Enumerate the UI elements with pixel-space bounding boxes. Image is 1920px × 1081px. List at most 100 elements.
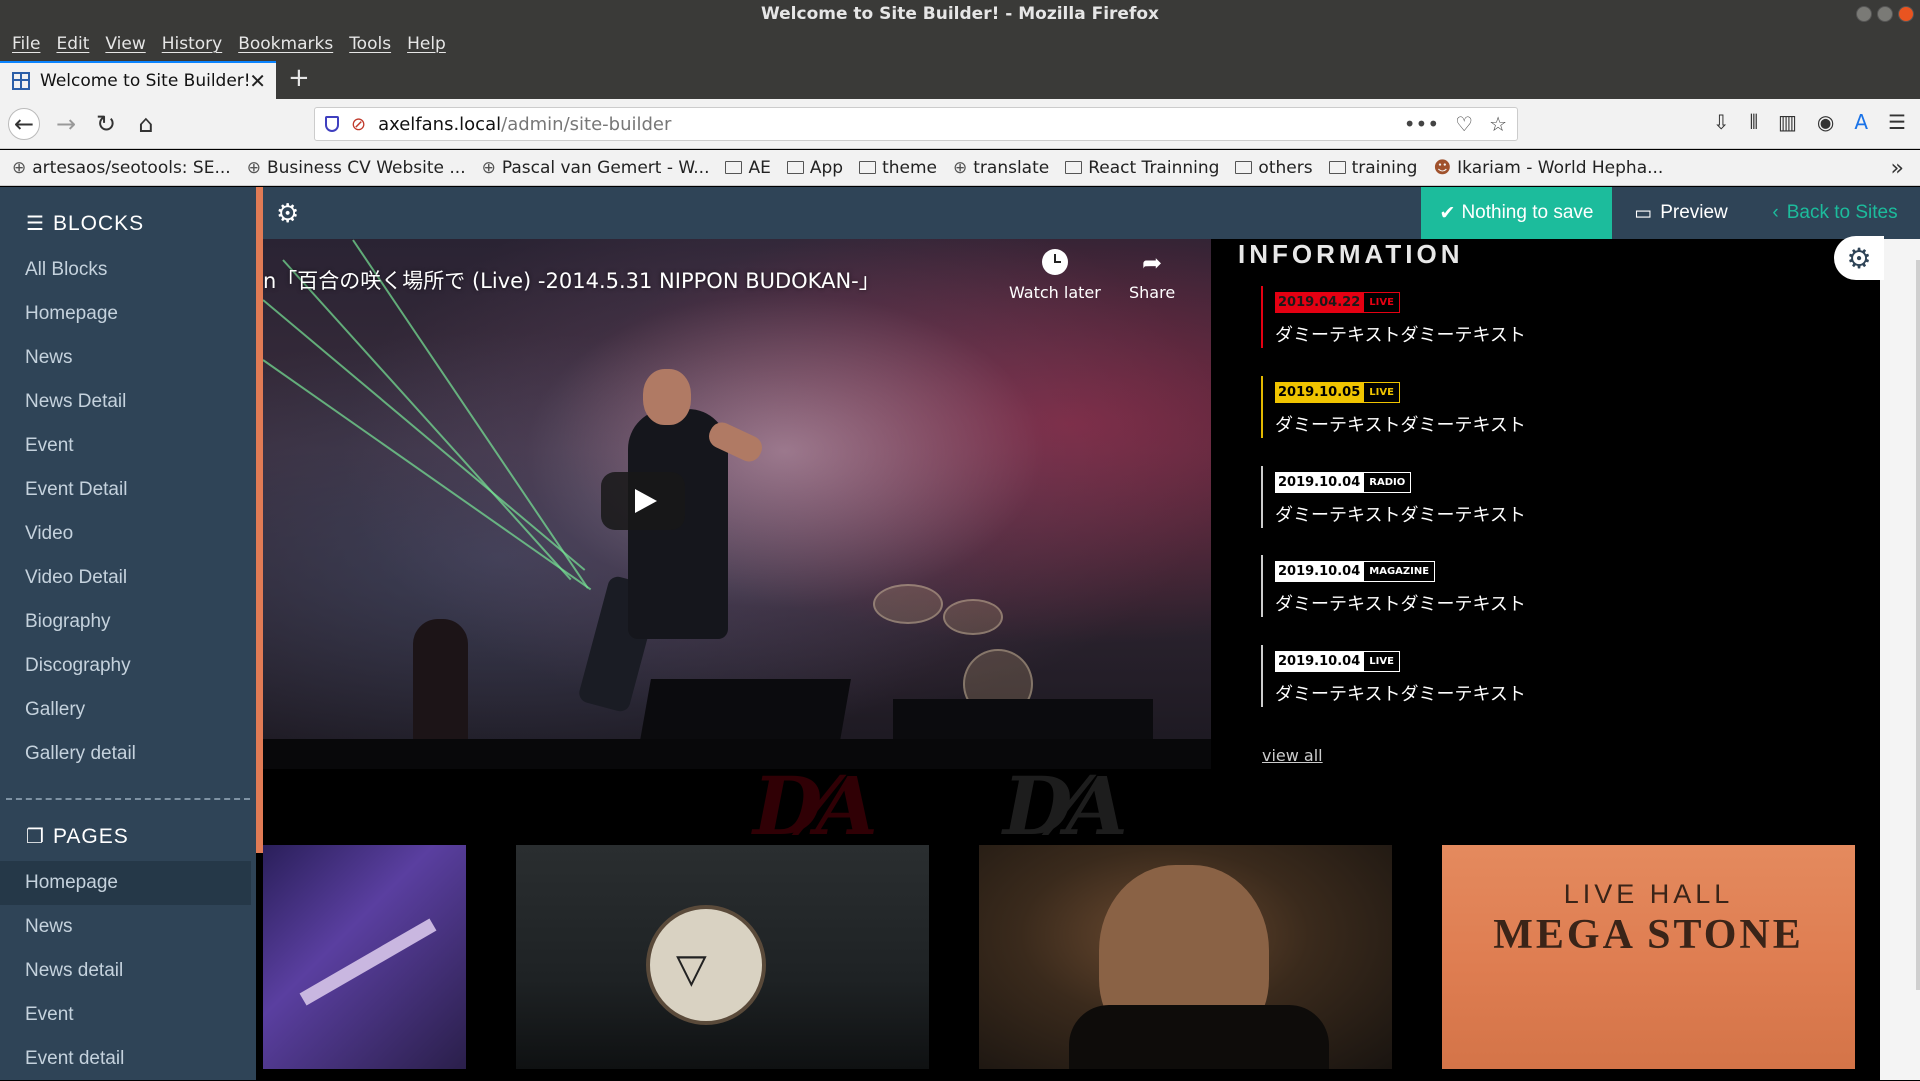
block-gallery-detail[interactable]: Gallery detail xyxy=(0,732,251,776)
news-item[interactable]: 2019.04.22 LIVE ダミーテキストダミーテキスト xyxy=(1261,286,1561,348)
hamburger-menu-icon[interactable]: ☰ xyxy=(1888,110,1906,134)
menu-edit[interactable]: Edit xyxy=(56,34,89,54)
page-event[interactable]: Event xyxy=(0,993,251,1037)
menu-file[interactable]: File xyxy=(12,34,40,54)
minimize-button[interactable] xyxy=(1856,6,1872,22)
bookmark-item[interactable]: ⊕ Pascal van Gemert - W... xyxy=(482,158,710,178)
account-icon[interactable]: ◉ xyxy=(1817,110,1834,134)
navigation-bar: ← → ↻ ⌂ ⊘ axelfans.local/admin/site-buil… xyxy=(0,99,1920,149)
insecure-lock-icon[interactable]: ⊘ xyxy=(351,114,366,135)
bookmark-folder[interactable]: App xyxy=(786,158,843,178)
bookmark-folder[interactable]: others xyxy=(1235,158,1313,178)
block-video[interactable]: Video xyxy=(0,512,251,556)
news-text[interactable]: ダミーテキストダミーテキスト xyxy=(1275,680,1561,706)
block-news[interactable]: News xyxy=(0,336,251,380)
bookmark-item[interactable]: ⊕ artesaos/seotools: SE... xyxy=(12,158,231,178)
translate-extension-icon[interactable]: A xyxy=(1854,110,1868,134)
bookmark-folder[interactable]: AE xyxy=(725,158,771,178)
reload-button[interactable]: ↻ xyxy=(90,108,122,140)
page-homepage[interactable]: Homepage xyxy=(0,861,251,905)
bookmark-item[interactable]: ⊕ translate xyxy=(953,158,1049,178)
block-biography[interactable]: Biography xyxy=(0,600,251,644)
library-icon[interactable]: ⫴ xyxy=(1750,110,1758,134)
back-button[interactable]: ← xyxy=(8,108,40,140)
close-window-button[interactable] xyxy=(1898,6,1914,22)
window-titlebar: Welcome to Site Builder! - Mozilla Firef… xyxy=(0,0,1920,29)
block-all-blocks[interactable]: All Blocks xyxy=(0,248,251,292)
menu-help[interactable]: Help xyxy=(407,34,446,54)
url-bar[interactable]: ⊘ axelfans.local/admin/site-builder ••• … xyxy=(314,107,1518,141)
new-tab-icon[interactable]: + xyxy=(288,63,310,93)
forward-button[interactable]: → xyxy=(50,108,82,140)
tab-site-builder[interactable]: Welcome to Site Builder! ✕ xyxy=(0,61,276,99)
save-button[interactable]: ✔ Nothing to save xyxy=(1421,187,1612,239)
view-all-link[interactable]: view all xyxy=(1262,746,1323,765)
news-text[interactable]: ダミーテキストダミーテキスト xyxy=(1275,501,1561,527)
bookmark-label: Pascal van Gemert - W... xyxy=(501,157,710,178)
block-news-detail[interactable]: News Detail xyxy=(0,380,251,424)
bookmark-folder[interactable]: React Trainning xyxy=(1065,158,1219,178)
globe-icon: ⊕ xyxy=(481,157,496,178)
home-button[interactable]: ⌂ xyxy=(130,108,162,140)
window-title: Welcome to Site Builder! - Mozilla Firef… xyxy=(761,4,1159,24)
pages-copy-icon: ❐ xyxy=(26,826,45,848)
page-event-detail[interactable]: Event detail xyxy=(0,1037,251,1081)
bookmark-folder[interactable]: theme xyxy=(859,158,937,178)
youtube-video-embed[interactable]: n「百合の咲く場所で (Live) -2014.5.31 NIPPON BUDO… xyxy=(263,239,1211,769)
gallery-image-drumkit[interactable]: ▽ xyxy=(516,845,929,1069)
share-button[interactable]: ➦ Share xyxy=(1129,249,1175,302)
video-title[interactable]: n「百合の咲く場所で (Live) -2014.5.31 NIPPON BUDO… xyxy=(263,265,880,295)
block-gallery[interactable]: Gallery xyxy=(0,688,251,732)
news-text[interactable]: ダミーテキストダミーテキスト xyxy=(1275,590,1561,616)
laser-beam xyxy=(263,359,592,591)
url-text[interactable]: axelfans.local/admin/site-builder xyxy=(378,114,671,135)
news-item[interactable]: 2019.10.04 LIVE ダミーテキストダミーテキスト xyxy=(1261,645,1561,707)
page-news-detail[interactable]: News detail xyxy=(0,949,251,993)
close-tab-icon[interactable]: ✕ xyxy=(249,69,266,93)
news-text[interactable]: ダミーテキストダミーテキスト xyxy=(1275,411,1561,437)
downloads-icon[interactable]: ⇩ xyxy=(1713,110,1730,134)
settings-gear-icon[interactable]: ⚙ xyxy=(276,199,299,229)
page-news[interactable]: News xyxy=(0,905,251,949)
gallery-image-drummer[interactable] xyxy=(979,845,1392,1069)
menu-bar: File Edit View History Bookmarks Tools H… xyxy=(0,29,1920,59)
block-discography[interactable]: Discography xyxy=(0,644,251,688)
bookmark-item[interactable]: ⊕ Business CV Website ... xyxy=(247,158,466,178)
back-to-sites-button[interactable]: ‹ Back to Sites xyxy=(1750,187,1920,239)
block-event[interactable]: Event xyxy=(0,424,251,468)
play-button[interactable] xyxy=(601,472,685,530)
page-scrollbar[interactable] xyxy=(1916,260,1920,990)
menu-bookmarks[interactable]: Bookmarks xyxy=(238,34,333,54)
bookmark-star-icon[interactable]: ☆ xyxy=(1489,112,1507,136)
news-item[interactable]: 2019.10.04 MAGAZINE ダミーテキストダミーテキスト xyxy=(1261,555,1561,617)
globe-icon: ⊕ xyxy=(12,157,27,178)
gallery-image-guitarist[interactable] xyxy=(263,845,466,1069)
chevron-more-icon[interactable]: » xyxy=(1891,156,1904,181)
page-actions-icon[interactable]: ••• xyxy=(1404,112,1439,136)
clock-icon xyxy=(1041,249,1068,275)
tracking-shield-icon[interactable] xyxy=(325,116,339,132)
window-icon: ▭ xyxy=(1634,202,1653,224)
block-video-detail[interactable]: Video Detail xyxy=(0,556,251,600)
block-homepage[interactable]: Homepage xyxy=(0,292,251,336)
chevron-left-icon: ‹ xyxy=(1772,202,1779,223)
bookmark-folder[interactable]: training xyxy=(1328,158,1417,178)
news-text[interactable]: ダミーテキストダミーテキスト xyxy=(1275,321,1561,347)
menu-history[interactable]: History xyxy=(162,34,222,54)
menu-tools[interactable]: Tools xyxy=(349,34,391,54)
sidebar-scrollbar[interactable] xyxy=(256,187,263,853)
singer-head xyxy=(643,369,691,425)
pocket-icon[interactable]: ♡ xyxy=(1455,112,1473,136)
news-item[interactable]: 2019.10.05 LIVE ダミーテキストダミーテキスト xyxy=(1261,376,1561,438)
bookmark-item[interactable]: ☻ Ikariam - World Hepha... xyxy=(1433,158,1663,178)
guitar-neck xyxy=(299,918,437,1006)
maximize-button[interactable] xyxy=(1877,6,1893,22)
preview-button[interactable]: ▭ Preview xyxy=(1612,187,1750,239)
menu-view[interactable]: View xyxy=(105,34,145,54)
sidebar-toggle-icon[interactable]: ▥ xyxy=(1778,110,1797,134)
gallery-image-live-hall[interactable]: LIVE HALL MEGA STONE xyxy=(1442,845,1855,1069)
news-item[interactable]: 2019.10.04 RADIO ダミーテキストダミーテキスト xyxy=(1261,466,1561,528)
watch-later-button[interactable]: Watch later xyxy=(1009,249,1101,302)
block-event-detail[interactable]: Event Detail xyxy=(0,468,251,512)
section-settings-gear-icon[interactable]: ⚙ xyxy=(1834,236,1884,280)
